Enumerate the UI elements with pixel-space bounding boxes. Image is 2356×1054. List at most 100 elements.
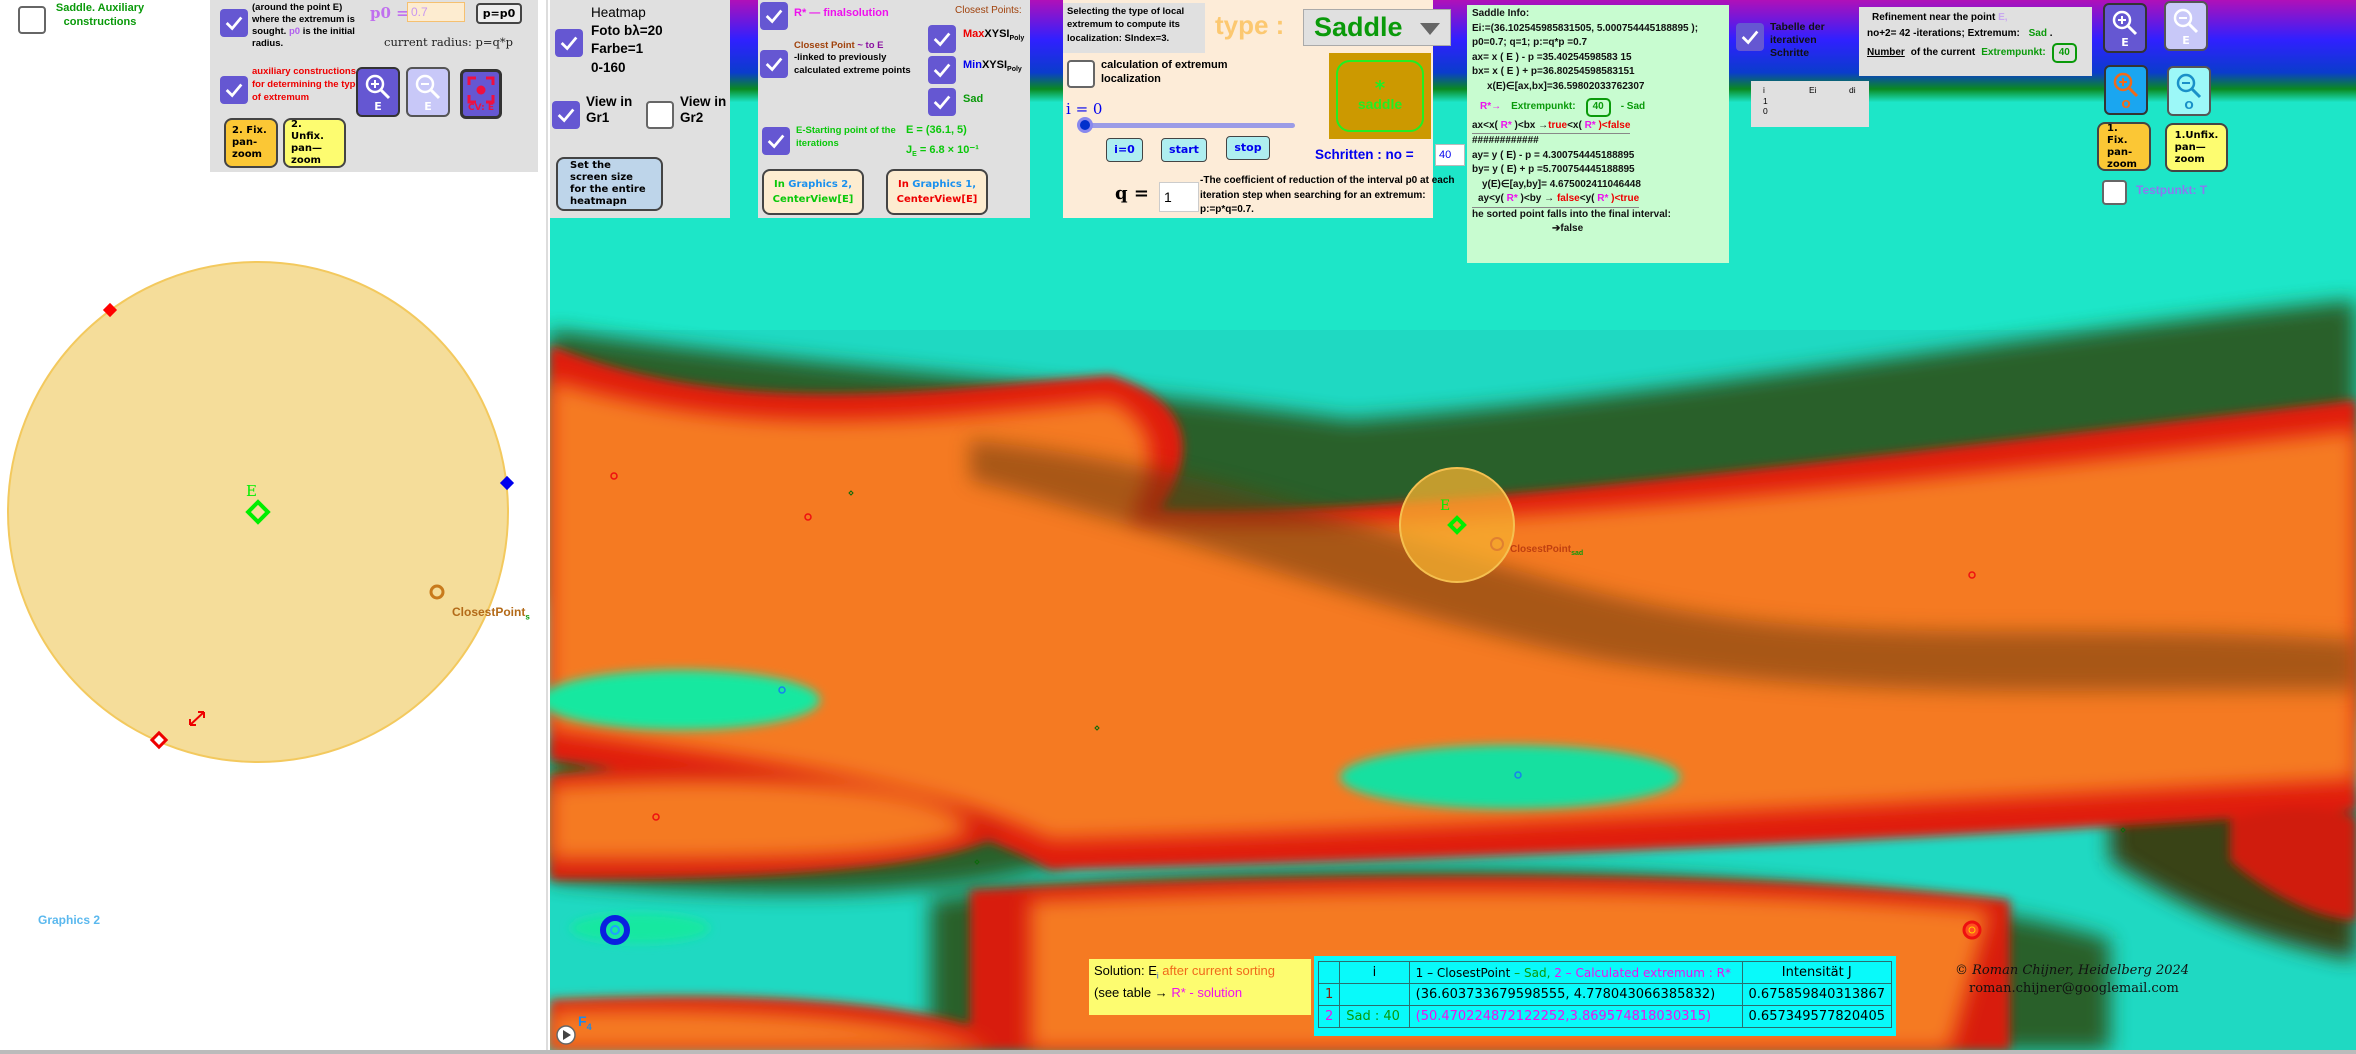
stop-button[interactable]: stop [1226, 136, 1270, 160]
view-gr2-checkbox[interactable] [646, 101, 674, 129]
range-label: 0-160 [591, 59, 626, 75]
view-gr1-checkbox[interactable] [552, 101, 580, 129]
saddle-info-Ei: Ei:=(36.102545985831505, 5.0007544451888… [1472, 22, 1699, 34]
E-value: E = (36.1, 5) [906, 124, 967, 136]
p0-label: p0 = [370, 4, 409, 22]
saddle-info-yE: y(E)∈[ay,by]= 4.675002411046448 [1482, 178, 1641, 190]
center-focus-icon [467, 76, 495, 104]
refinement-current: Number of the current Extrempunkt: 40 [1867, 43, 2084, 63]
solution-note-line2: (see table → R* - solution [1094, 985, 1243, 1001]
zoom-out-E-button-gr1[interactable]: E [2164, 1, 2208, 51]
closest-point-label: ClosestPoints [452, 605, 530, 622]
iteration-table-header: i Ei di [1763, 85, 1856, 95]
aux-constructions-checkbox[interactable] [220, 76, 248, 104]
schritten-input[interactable] [1435, 144, 1465, 166]
farbe-label: Farbe=1 [591, 41, 644, 57]
coefficient-description: -The coefficient of reduction of the int… [1200, 175, 1455, 215]
testpunkt-checkbox[interactable] [2102, 180, 2127, 205]
extrempunkt-number-box: 40 [1585, 98, 1611, 117]
q-input[interactable] [1159, 182, 1199, 212]
heatmap-checkbox[interactable] [555, 29, 583, 57]
saddle-badge-button[interactable]: * saddle [1336, 60, 1424, 132]
zoom-in-icon [2112, 10, 2138, 36]
iteration-slider-handle[interactable] [1077, 117, 1093, 133]
rstar-checkbox[interactable] [760, 2, 788, 30]
iteration-slider-track[interactable] [1085, 123, 1295, 128]
zoom-out-icon [415, 74, 441, 100]
around-point-checkbox[interactable] [220, 9, 248, 37]
type-label: type : [1215, 10, 1285, 40]
results-table: i 1 – ClosestPoint – Sad, 2 – Calculated… [1317, 961, 1893, 1028]
closest-point-text: Closest Point ~ to E -linked to previous… [794, 40, 911, 76]
bottom-border [0, 1050, 2356, 1054]
zoom-in-O-button[interactable]: O [2104, 65, 2148, 115]
zoom-out-O-button[interactable]: O [2167, 66, 2211, 116]
saddle-info-y-compare: ay<y( R* )<by → false<y( R* )<true [1472, 192, 1640, 208]
solution-note: Solution: Ei after current sorting (see … [1089, 959, 1311, 1015]
starting-point-checkbox[interactable] [762, 127, 790, 155]
saddle-info-xE: x(E)∈[ax,bx]=36.59802033762307 [1487, 80, 1645, 92]
fix-pan-zoom-2-button[interactable]: 2. Fix. pan-zoom [224, 118, 278, 168]
center-view-E-button[interactable]: CV: E [460, 69, 502, 119]
gr2-centerview-button[interactable]: In Graphics 2, CenterView[E] [762, 169, 864, 215]
aux-constructions-text: auxiliary constructions for determining … [252, 66, 361, 103]
solution-note-line1: Solution: Ei after current sorting [1094, 963, 1275, 981]
max-xysi-checkbox[interactable] [928, 25, 956, 53]
JE-value: JE = 6.8 × 10⁻¹ [906, 144, 979, 159]
closest-points-title: Closest Points: [955, 5, 1022, 16]
zoom-in-E-button-gr1[interactable]: E [2103, 3, 2147, 53]
p-eq-p0-button[interactable]: p=p0 [476, 3, 522, 24]
credits-author: © Roman Chijner, Heidelberg 2024 [1955, 963, 2190, 978]
tabelle-checkbox[interactable] [1736, 23, 1764, 51]
view-gr1-label: View in Gr1 [586, 94, 633, 125]
calc-localization-label: calculation of extremum localization [1101, 59, 1228, 86]
results-table-container: i 1 – ClosestPoint – Sad, 2 – Calculated… [1314, 956, 1896, 1036]
i-label: i = 0 [1066, 100, 1103, 118]
graphics-2-label: Graphics 2 [38, 913, 101, 927]
gr1-centerview-button[interactable]: In Graphics 1, CenterView[E] [886, 169, 988, 215]
results-table-header: i 1 – ClosestPoint – Sad, 2 – Calculated… [1317, 961, 1893, 984]
E-label: E [246, 482, 257, 500]
saddle-info-bx: bx= x ( E ) + p=36.80254598583151 [1472, 66, 1635, 77]
schritten-label: Schritten : no = [1315, 147, 1414, 162]
unfix-pan-zoom-1-button[interactable]: 1.Unfix. pan—zoom [2165, 123, 2228, 172]
saddle-info-by: by= y ( E) + p =5.700754445188895 [1472, 164, 1635, 175]
saddle-info-p: p0=0.7; q=1; p:=q*p =0.7 [1472, 37, 1588, 48]
i0-button[interactable]: i=0 [1106, 138, 1143, 162]
refinement-iterations: no+2= 42 -iterations; Extremum: Sad . [1867, 27, 2053, 39]
start-button[interactable]: start [1161, 138, 1207, 162]
saddle-info-panel: Saddle Info: Ei:=(36.102545985831505, 5.… [1467, 5, 1729, 263]
view-gr2-label: View in Gr2 [680, 94, 727, 125]
credits: © Roman Chijner, Heidelberg 2024 roman.c… [1955, 962, 2189, 998]
saddle-aux-label: Saddle. Auxiliary constructions [55, 2, 145, 29]
zoom-out-E-button[interactable]: E [406, 67, 450, 117]
zoom-out-icon [2176, 73, 2202, 99]
credits-email: roman.chijner@googlemail.com [1969, 981, 2179, 997]
saddle-info-extrempunkt-row: R*→ Extrempunkt: 40 - Sad [1472, 98, 1724, 117]
calc-localization-checkbox[interactable] [1067, 60, 1095, 88]
type-dropdown[interactable]: Saddle [1303, 9, 1451, 46]
refinement-title: Refinement near the point E, [1872, 12, 2008, 23]
q-label: q = [1115, 183, 1149, 204]
graphics-2-canvas[interactable] [0, 250, 548, 800]
type-dropdown-value: Saddle [1314, 12, 1403, 42]
results-table-row: 1 (36.603733679598555, 4.778043066385832… [1317, 983, 1893, 1006]
fix-pan-zoom-1-button[interactable]: 1. Fix. pan-zoom [2097, 122, 2151, 171]
unfix-pan-zoom-2-button[interactable]: 2. Unfix. pan—zoom [283, 118, 346, 168]
foto-label: Foto bλ=20 [591, 23, 663, 39]
closest-point-checkbox[interactable] [760, 50, 788, 78]
iteration-table: i Ei di 1 0 [1751, 81, 1869, 127]
sad-checkbox[interactable] [928, 88, 956, 116]
iteration-table-row: 1 [1763, 95, 1768, 106]
chevron-down-icon [1420, 23, 1440, 35]
zoom-in-E-button[interactable]: E [356, 67, 400, 117]
set-screen-size-button[interactable]: Set the screen size for the entire heatm… [556, 157, 663, 211]
saddle-aux-checkbox[interactable] [18, 6, 46, 34]
around-point-text: (around the point E) where the extremum … [252, 2, 355, 49]
sad-label: Sad [963, 93, 984, 105]
p0-input[interactable] [407, 2, 465, 22]
results-table-row: 2 Sad : 40 (50.470224872122252,3.8695748… [1317, 1005, 1893, 1028]
type-select-info: Selecting the type of local extremum to … [1063, 3, 1205, 53]
tabelle-label: Tabelle der iterativen Schritte [1770, 21, 1825, 60]
min-xysi-checkbox[interactable] [928, 56, 956, 84]
